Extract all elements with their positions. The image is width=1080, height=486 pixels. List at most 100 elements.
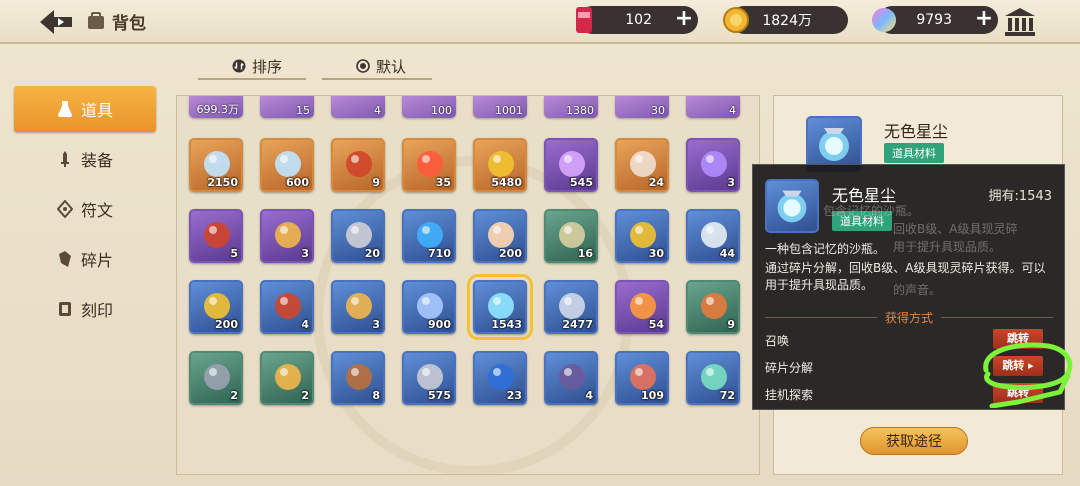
sidebar-item-label: 装备	[80, 151, 113, 170]
hourglass-icon	[777, 190, 807, 223]
sort-button[interactable]: 排序	[232, 54, 282, 78]
item-count: 200	[499, 247, 522, 260]
sidebar-item-label: 道具	[80, 101, 113, 120]
source-summon-label: 召唤	[765, 334, 790, 348]
item-count: 109	[641, 389, 664, 402]
inventory-item-slot[interactable]: 2	[189, 351, 243, 405]
source-summon-jump-button[interactable]: 跳转	[993, 329, 1043, 349]
inventory-item-slot[interactable]: 30	[615, 209, 669, 263]
sidebar-item-seals[interactable]: 刻印	[14, 286, 156, 332]
obtain-route-button[interactable]: 获取途径	[860, 427, 968, 455]
sidebar-item-label: 符文	[80, 201, 113, 220]
inventory-grid: 699.3万 15 4 100 1001 1380 30 4 2150 600 9 35 5480 545…	[176, 95, 760, 475]
source-idle-explore-jump-button[interactable]: 跳转	[993, 383, 1043, 403]
inventory-item-slot[interactable]: 200	[189, 280, 243, 334]
default-filter-button[interactable]: 默认	[356, 54, 406, 78]
inventory-item-slot[interactable]: 23	[473, 351, 527, 405]
inventory-item-slot[interactable]: 3	[260, 209, 314, 263]
item-count: 24	[648, 176, 664, 189]
gem-add-button[interactable]: +	[974, 8, 994, 30]
inventory-item-slot[interactable]: 710	[402, 209, 456, 263]
partial-item-slot[interactable]: 15	[260, 96, 314, 118]
partial-item-slot[interactable]: 100	[402, 96, 456, 118]
tooltip-desc-short: 一种包含记忆的沙瓶。	[765, 242, 886, 256]
inventory-item-slot[interactable]: 2	[260, 351, 314, 405]
inventory-item-slot[interactable]: 54	[615, 280, 669, 334]
bank-icon	[1005, 8, 1035, 36]
inventory-item-slot[interactable]: 200	[473, 209, 527, 263]
inventory-item-slot[interactable]: 35	[402, 138, 456, 192]
sidebar-item-equipment[interactable]: 装备	[14, 136, 156, 182]
partial-item-slot[interactable]: 30	[615, 96, 669, 118]
item-count: 545	[570, 176, 593, 189]
inventory-item-slot[interactable]: 16	[544, 209, 598, 263]
inventory-item-slot[interactable]: 3	[686, 138, 740, 192]
item-count: 20	[364, 247, 380, 260]
item-count: 2	[301, 389, 309, 402]
inventory-item-slot[interactable]: 2150	[189, 138, 243, 192]
partial-item-slot[interactable]: 1380	[544, 96, 598, 118]
inventory-item-slot[interactable]: 72	[686, 351, 740, 405]
inventory-item-slot[interactable]: 8	[331, 351, 385, 405]
inventory-item-slot[interactable]: 44	[686, 209, 740, 263]
inventory-item-slot[interactable]: 600	[260, 138, 314, 192]
item-count: 900	[428, 318, 451, 331]
gold-value: 1824万	[762, 13, 812, 29]
inventory-item-slot[interactable]: 5480	[473, 138, 527, 192]
inventory-item-slot[interactable]: 4	[544, 351, 598, 405]
item-count: 575	[428, 389, 451, 402]
partial-item-slot[interactable]: 4	[331, 96, 385, 118]
item-count: 4	[301, 318, 309, 331]
item-count: 23	[506, 389, 522, 402]
item-count: 30	[648, 247, 664, 260]
default-label: 默认	[376, 57, 407, 76]
inventory-item-slot[interactable]: 1543	[467, 274, 533, 340]
tooltip-item-icon	[765, 179, 819, 233]
item-count: 699.3万	[196, 103, 240, 116]
back-button[interactable]	[36, 6, 80, 38]
item-count: 30	[651, 104, 665, 117]
stamina-value: 102	[625, 12, 652, 28]
page-title: 背包	[86, 8, 146, 34]
stamina-can-icon	[576, 7, 592, 33]
inventory-item-slot[interactable]: 545	[544, 138, 598, 192]
gem-value: 9793	[916, 12, 952, 28]
item-count: 5480	[491, 176, 522, 189]
sidebar-item-label: 碎片	[80, 251, 113, 270]
inventory-item-slot[interactable]: 4	[260, 280, 314, 334]
inventory-item-slot[interactable]: 20	[331, 209, 385, 263]
inventory-item-slot[interactable]: 9	[331, 138, 385, 192]
tooltip-owned-count: 拥有:1543	[988, 189, 1052, 204]
partial-item-slot[interactable]: 4	[686, 96, 740, 118]
sidebar-item-runes[interactable]: 符文	[14, 186, 156, 232]
item-count: 3	[727, 176, 735, 189]
inventory-item-slot[interactable]: 9	[686, 280, 740, 334]
partial-item-slot[interactable]: 699.3万	[189, 96, 243, 118]
inventory-item-slot[interactable]: 2477	[544, 280, 598, 334]
tooltip-desc-long: 通过碎片分解，回收B级、A级具现灵碎片获得。可以用于提升具现品质。	[765, 261, 1046, 292]
default-underline	[322, 78, 432, 80]
inventory-item-slot[interactable]: 109	[615, 351, 669, 405]
stamina-add-button[interactable]: +	[674, 8, 694, 30]
sidebar-item-fragments[interactable]: 碎片	[14, 236, 156, 282]
gem-resource: 9793 +	[872, 6, 998, 34]
inventory-item-slot[interactable]: 24	[615, 138, 669, 192]
bank-button[interactable]	[1003, 6, 1037, 38]
source-shard-decompose-jump-button[interactable]: 跳转 ▸	[993, 356, 1043, 376]
item-count: 200	[215, 318, 238, 331]
item-count: 15	[296, 104, 310, 117]
inventory-item-slot[interactable]: 3	[331, 280, 385, 334]
inventory-item-slot[interactable]: 5	[189, 209, 243, 263]
sidebar-item-items[interactable]: 道具	[14, 86, 156, 132]
item-count: 3	[301, 247, 309, 260]
seal-icon	[58, 302, 71, 316]
obtain-section-header: 获得方式	[765, 309, 1054, 326]
bag-icon	[88, 12, 104, 29]
item-tooltip: 无色星尘 拥有:1543 道具材料 包含记忆的沙瓶。 回收B级、A级具现灵碎 用…	[752, 164, 1065, 410]
inventory-item-slot[interactable]: 575	[402, 351, 456, 405]
inventory-item-slot[interactable]: 900	[402, 280, 456, 334]
obtain-section-title: 获得方式	[885, 311, 934, 325]
item-count: 4	[374, 104, 381, 117]
detail-item-tag: 道具材料	[884, 143, 944, 163]
partial-item-slot[interactable]: 1001	[473, 96, 527, 118]
